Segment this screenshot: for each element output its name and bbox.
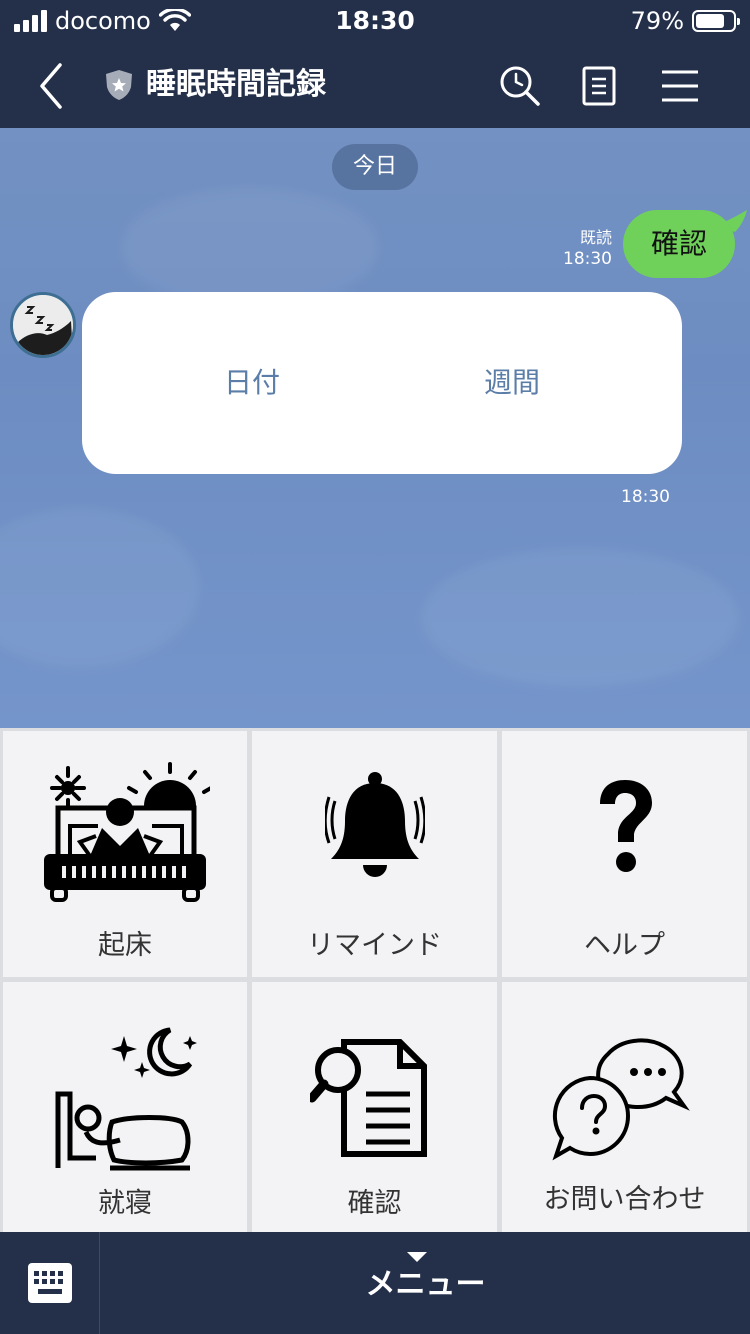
wake-up-bed-sun-icon (3, 731, 247, 921)
keyboard-toggle-button[interactable] (0, 1232, 100, 1334)
menu-tile-check[interactable]: 確認 (252, 982, 497, 1232)
back-button[interactable] (30, 60, 76, 112)
menu-tile-contact[interactable]: お問い合わせ (502, 982, 747, 1232)
read-receipt: 既読 (579, 228, 612, 247)
keyboard-icon (28, 1263, 72, 1303)
question-mark-icon (502, 731, 747, 921)
battery-percent: 79% (630, 7, 684, 35)
menu-tile-sleep[interactable]: 就寝 (3, 982, 247, 1232)
status-right: 79% (630, 6, 740, 36)
menu-tile-remind[interactable]: リマインド (252, 731, 497, 977)
search-button[interactable] (496, 62, 544, 110)
flex-message-card: 日付 週間 (82, 292, 682, 474)
card-option-date[interactable]: 日付 (162, 292, 342, 474)
search-icon (500, 66, 540, 106)
sleeping-avatar-icon (13, 295, 73, 355)
sent-message-bubble[interactable]: 確認 (623, 210, 735, 278)
menu-label-sleep: 就寝 (98, 1188, 152, 1219)
menu-button[interactable] (656, 62, 704, 110)
shield-star-icon (106, 70, 132, 100)
bell-icon (252, 731, 497, 921)
card-time: 18:30 (621, 487, 670, 507)
menu-toggle-label: メニュー (365, 1267, 486, 1302)
chat-header: 睡眠時間記録 (0, 44, 750, 128)
document-search-icon (252, 1002, 497, 1192)
notes-icon (582, 66, 616, 106)
bot-avatar[interactable] (10, 292, 76, 358)
date-separator: 今日 (332, 144, 418, 190)
caret-down-icon (407, 1252, 427, 1262)
card-option-week[interactable]: 週間 (422, 292, 602, 474)
sleep-moon-stars-icon (3, 1002, 247, 1192)
rich-menu: 起床 リマインド ヘルプ 就寝 確認 お問い合わせ (0, 728, 750, 1232)
menu-tile-wake-up[interactable]: 起床 (3, 731, 247, 977)
menu-label-contact: お問い合わせ (543, 1184, 706, 1215)
chat-title: 睡眠時間記録 (146, 67, 326, 102)
bottom-bar: メニュー (0, 1232, 750, 1334)
menu-label-help: ヘルプ (584, 930, 665, 961)
status-bar: docomo 18:30 79% (0, 0, 750, 44)
sent-time: 18:30 (563, 249, 612, 269)
chat-question-bubbles-icon (502, 1002, 747, 1192)
battery-fill (696, 14, 725, 28)
hamburger-menu-icon (662, 70, 698, 102)
menu-label-check: 確認 (347, 1188, 402, 1219)
line-chat-screen: docomo 18:30 79% 睡眠時間記録 今日 既読 18:30 確認 日… (0, 0, 750, 1334)
chat-title-group: 睡眠時間記録 (104, 64, 326, 106)
menu-label-remind: リマインド (307, 930, 442, 961)
menu-label-wake-up: 起床 (98, 930, 152, 961)
menu-tile-help[interactable]: ヘルプ (502, 731, 747, 977)
message-meta: 既読 18:30 (563, 228, 612, 270)
battery-icon (692, 10, 740, 32)
back-chevron-icon (40, 63, 62, 109)
chat-area[interactable]: 今日 既読 18:30 確認 日付 週間 18:30 (0, 128, 750, 728)
rich-menu-toggle[interactable]: メニュー (101, 1232, 750, 1334)
notes-button[interactable] (575, 62, 623, 110)
